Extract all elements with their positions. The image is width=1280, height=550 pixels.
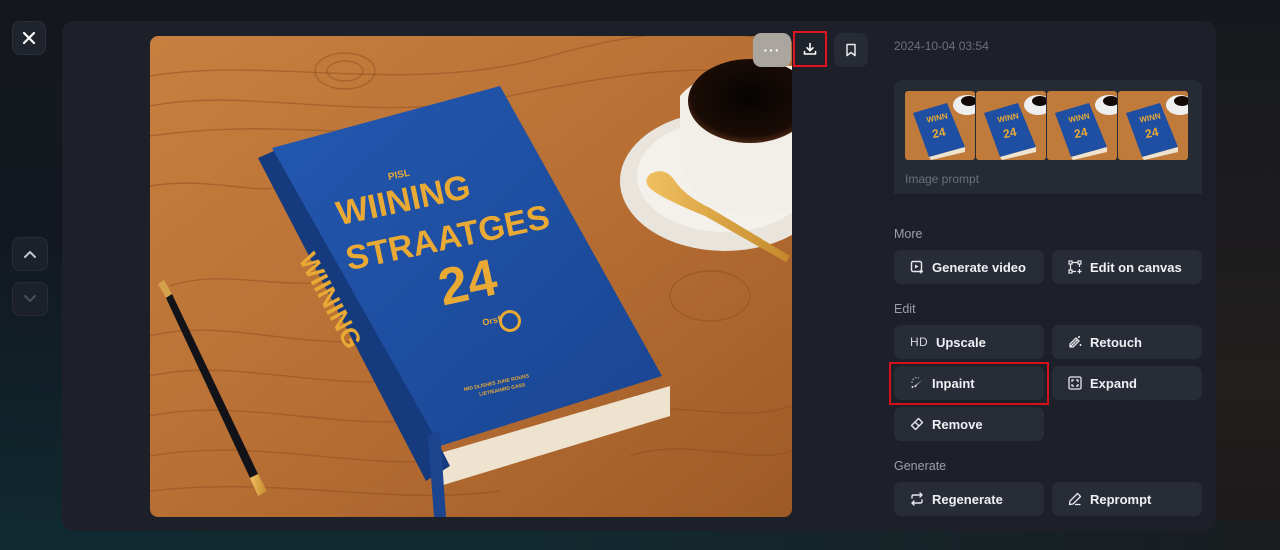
upscale-button[interactable]: HD Upscale xyxy=(894,325,1044,359)
inpaint-button[interactable]: Inpaint xyxy=(894,366,1044,400)
eraser-icon xyxy=(910,417,924,431)
upscale-label: Upscale xyxy=(935,334,986,350)
main-image[interactable]: PISL WIINING STRAATGES 24 Orsfiine MID D… xyxy=(150,36,792,517)
canvas-edit-icon xyxy=(1068,260,1082,274)
next-image-button[interactable] xyxy=(12,282,48,316)
generated-image: PISL WIINING STRAATGES 24 Orsfiine MID D… xyxy=(150,36,792,517)
retouch-button[interactable]: Retouch xyxy=(1052,325,1202,359)
download-button[interactable] xyxy=(793,31,827,67)
reprompt-label: Reprompt xyxy=(1090,491,1152,507)
section-label-edit: Edit xyxy=(894,302,916,316)
remove-label: Remove xyxy=(932,416,983,432)
regenerate-button[interactable]: Regenerate xyxy=(894,482,1044,516)
chevron-down-icon xyxy=(24,295,36,302)
thumbnail-1[interactable]: WINN 24 xyxy=(905,91,975,160)
hd-icon: HD xyxy=(910,335,928,349)
section-label-more: More xyxy=(894,227,923,241)
reprompt-button[interactable]: Reprompt xyxy=(1052,482,1202,516)
remove-button[interactable]: Remove xyxy=(894,407,1044,441)
edit-on-canvas-label: Edit on canvas xyxy=(1090,259,1182,275)
edit-on-canvas-button[interactable]: Edit on canvas xyxy=(1052,250,1202,284)
inpaint-label: Inpaint xyxy=(932,375,975,391)
magic-wand-icon xyxy=(1068,335,1082,349)
brush-icon xyxy=(910,376,924,390)
bookmark-button[interactable] xyxy=(834,33,868,67)
thumbnail-2[interactable]: WINN 24 xyxy=(976,91,1046,160)
retouch-label: Retouch xyxy=(1090,334,1142,350)
close-icon xyxy=(22,31,36,45)
expand-icon xyxy=(1068,376,1082,390)
download-icon xyxy=(803,42,817,55)
thumbnail-3[interactable]: WINN 24 xyxy=(1047,91,1117,160)
image-prompt-card: WINN 24 WINN 24 WINN 24 WINN 24 Image prompt xyxy=(894,80,1202,194)
refresh-icon xyxy=(910,492,924,506)
pencil-icon xyxy=(1068,492,1082,506)
image-prompt-label: Image prompt xyxy=(905,172,980,186)
previous-image-button[interactable] xyxy=(12,237,48,271)
book-title-number: 24 xyxy=(433,249,502,318)
expand-label: Expand xyxy=(1090,375,1137,391)
bookmark-icon xyxy=(846,43,856,57)
video-add-icon xyxy=(910,260,924,274)
ellipsis-icon: ··· xyxy=(763,42,781,58)
thumbnail-4[interactable]: WINN 24 xyxy=(1118,91,1188,160)
thumbnail-strip: WINN 24 WINN 24 WINN 24 WINN 24 xyxy=(905,91,1188,160)
generate-video-button[interactable]: Generate video xyxy=(894,250,1044,284)
more-options-button[interactable]: ··· xyxy=(753,33,791,67)
regenerate-label: Regenerate xyxy=(932,491,1003,507)
expand-button[interactable]: Expand xyxy=(1052,366,1202,400)
timestamp: 2024-10-04 03:54 xyxy=(894,39,989,53)
generate-video-label: Generate video xyxy=(932,259,1026,275)
chevron-up-icon xyxy=(24,251,36,258)
section-label-generate: Generate xyxy=(894,459,947,473)
close-button[interactable] xyxy=(12,21,46,55)
